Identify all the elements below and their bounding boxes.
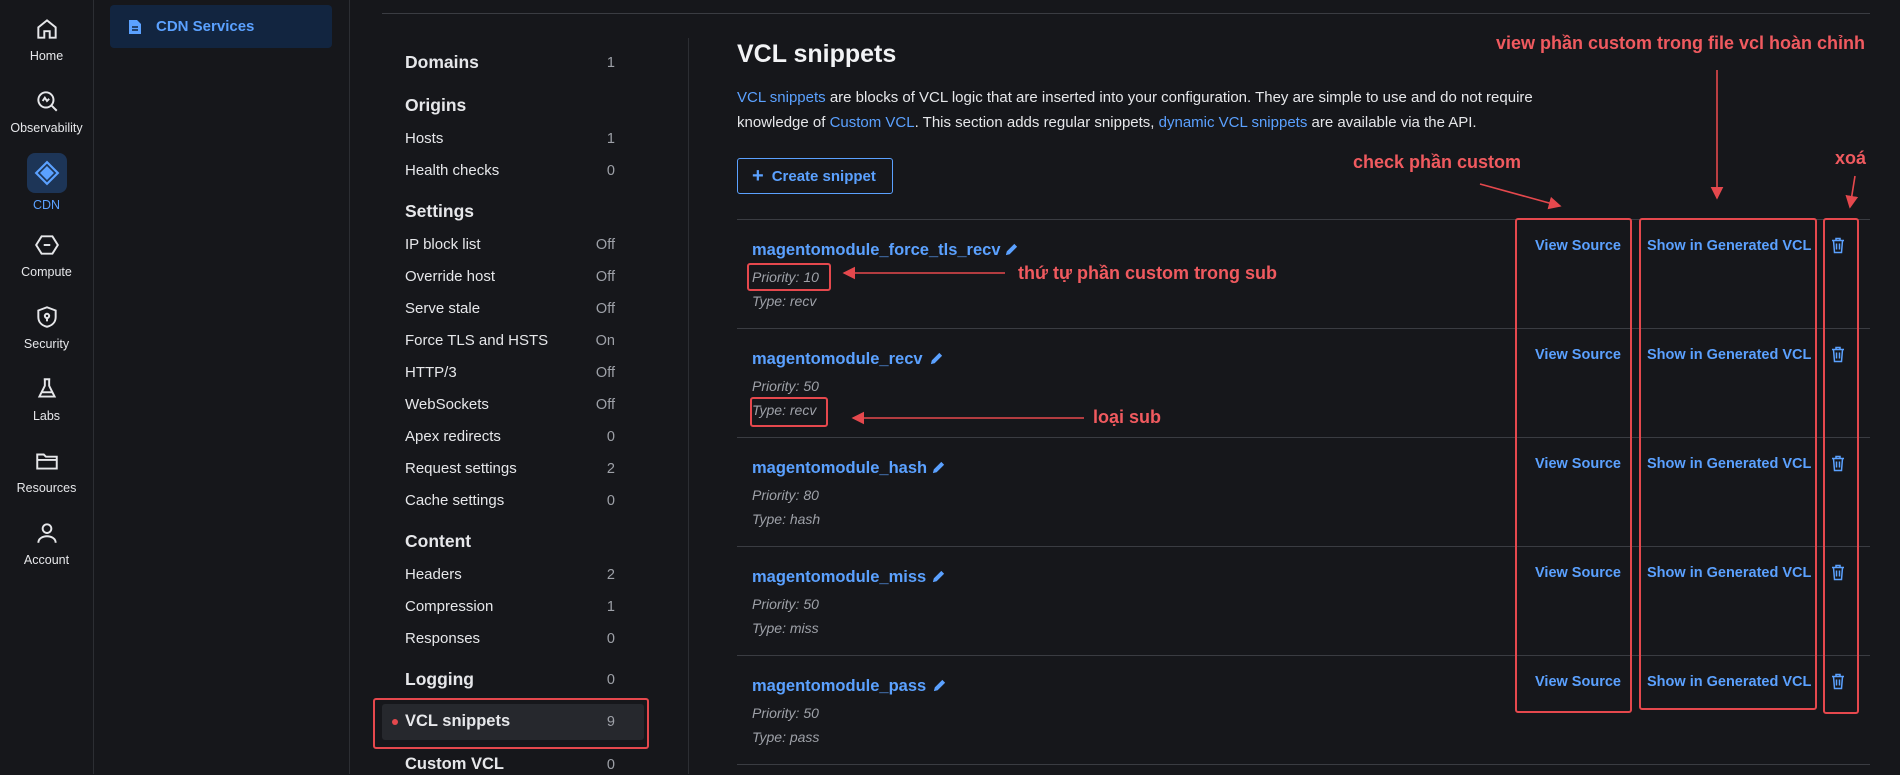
- arrow-check-custom: [1479, 183, 1562, 210]
- annotation-arrows: [842, 70, 1859, 425]
- arrow-delete: [1845, 175, 1859, 209]
